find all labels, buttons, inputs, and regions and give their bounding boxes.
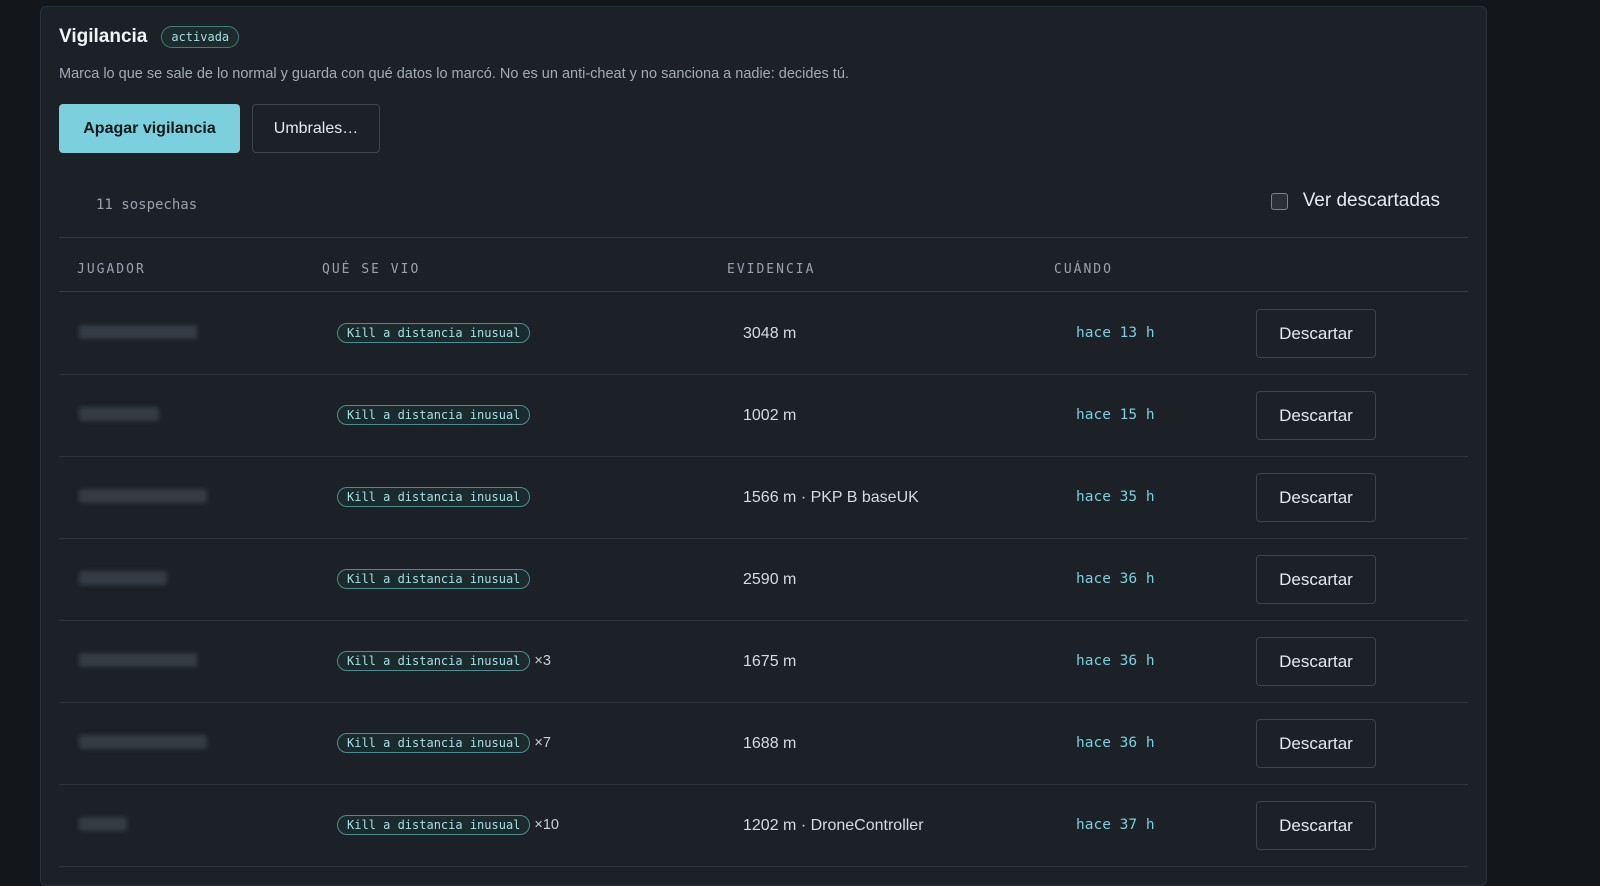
player-name-redacted: [79, 817, 127, 831]
action-buttons: Apagar vigilancia Umbrales…: [59, 104, 380, 153]
evidence-cell: 1688 m: [743, 735, 797, 752]
dismiss-button[interactable]: Descartar: [1256, 637, 1376, 686]
panel-header: Vigilancia activada: [59, 26, 240, 48]
detection-tag: Kill a distancia inusual: [337, 405, 531, 425]
when-cell: hace 36 h: [1076, 653, 1155, 669]
what-cell: Kill a distancia inusual ×7: [337, 733, 551, 753]
when-cell: hace 37 h: [1076, 817, 1155, 833]
table-row: Kill a distancia inusual 1566 m · PKP B …: [59, 457, 1468, 539]
what-cell: Kill a distancia inusual: [337, 405, 534, 425]
player-name-redacted: [79, 571, 167, 585]
player-name-redacted: [79, 735, 207, 749]
evidence-cell: 3048 m: [743, 325, 797, 342]
evidence-cell: 1566 m · PKP B baseUK: [743, 489, 919, 506]
detection-tag: Kill a distancia inusual: [337, 815, 531, 835]
what-cell: Kill a distancia inusual: [337, 569, 534, 589]
dismiss-button[interactable]: Descartar: [1256, 391, 1376, 440]
column-header-what: QUÉ SE VIO: [322, 262, 421, 277]
evidence-cell: 1002 m: [743, 407, 797, 424]
when-cell: hace 35 h: [1076, 489, 1155, 505]
occurrence-multiplier: ×10: [534, 817, 559, 833]
detection-tag: Kill a distancia inusual: [337, 569, 531, 589]
what-cell: Kill a distancia inusual ×3: [337, 651, 551, 671]
dismiss-button[interactable]: Descartar: [1256, 719, 1376, 768]
status-badge: activada: [161, 26, 240, 48]
suspicion-count: 11 sospechas: [96, 197, 198, 213]
column-header-evidence: EVIDENCIA: [727, 262, 816, 277]
suspicion-list: Kill a distancia inusual 3048 m hace 13 …: [59, 293, 1468, 867]
evidence-cell: 2590 m: [743, 571, 797, 588]
occurrence-multiplier: ×3: [534, 653, 551, 669]
panel-title: Vigilancia: [59, 26, 148, 47]
table-header: JUGADOR QUÉ SE VIO EVIDENCIA CUÁNDO: [59, 256, 1468, 292]
detection-tag: Kill a distancia inusual: [337, 651, 531, 671]
detection-tag: Kill a distancia inusual: [337, 487, 531, 507]
when-cell: hace 15 h: [1076, 407, 1155, 423]
occurrence-multiplier: ×7: [534, 735, 551, 751]
what-cell: Kill a distancia inusual: [337, 323, 534, 343]
show-dismissed-checkbox[interactable]: [1270, 192, 1288, 210]
table-row: Kill a distancia inusual 3048 m hace 13 …: [59, 293, 1468, 375]
when-cell: hace 36 h: [1076, 735, 1155, 751]
table-row: Kill a distancia inusual ×10 1202 m · Dr…: [59, 785, 1468, 867]
dismiss-button[interactable]: Descartar: [1256, 555, 1376, 604]
show-dismissed-toggle[interactable]: Ver descartadas: [1270, 190, 1440, 212]
table-row: Kill a distancia inusual ×7 1688 m hace …: [59, 703, 1468, 785]
detection-tag: Kill a distancia inusual: [337, 733, 531, 753]
column-header-when: CUÁNDO: [1054, 262, 1113, 277]
dismiss-button[interactable]: Descartar: [1256, 309, 1376, 358]
table-row: Kill a distancia inusual ×3 1675 m hace …: [59, 621, 1468, 703]
table-row: Kill a distancia inusual 2590 m hace 36 …: [59, 539, 1468, 621]
detection-tag: Kill a distancia inusual: [337, 323, 531, 343]
player-name-redacted: [79, 325, 197, 339]
divider: [59, 237, 1468, 238]
what-cell: Kill a distancia inusual: [337, 487, 534, 507]
when-cell: hace 13 h: [1076, 325, 1155, 341]
when-cell: hace 36 h: [1076, 571, 1155, 587]
player-name-redacted: [79, 653, 197, 667]
evidence-cell: 1202 m · DroneController: [743, 817, 924, 834]
table-row: Kill a distancia inusual 1002 m hace 15 …: [59, 375, 1468, 457]
what-cell: Kill a distancia inusual ×10: [337, 815, 559, 835]
column-header-player: JUGADOR: [77, 262, 146, 277]
thresholds-button[interactable]: Umbrales…: [252, 104, 380, 153]
turn-off-surveillance-button[interactable]: Apagar vigilancia: [59, 104, 240, 153]
evidence-cell: 1675 m: [743, 653, 797, 670]
dismiss-button[interactable]: Descartar: [1256, 801, 1376, 850]
player-name-redacted: [79, 489, 207, 503]
panel-description: Marca lo que se sale de lo normal y guar…: [59, 66, 849, 82]
player-name-redacted: [79, 407, 159, 421]
show-dismissed-label: Ver descartadas: [1302, 190, 1440, 211]
dismiss-button[interactable]: Descartar: [1256, 473, 1376, 522]
